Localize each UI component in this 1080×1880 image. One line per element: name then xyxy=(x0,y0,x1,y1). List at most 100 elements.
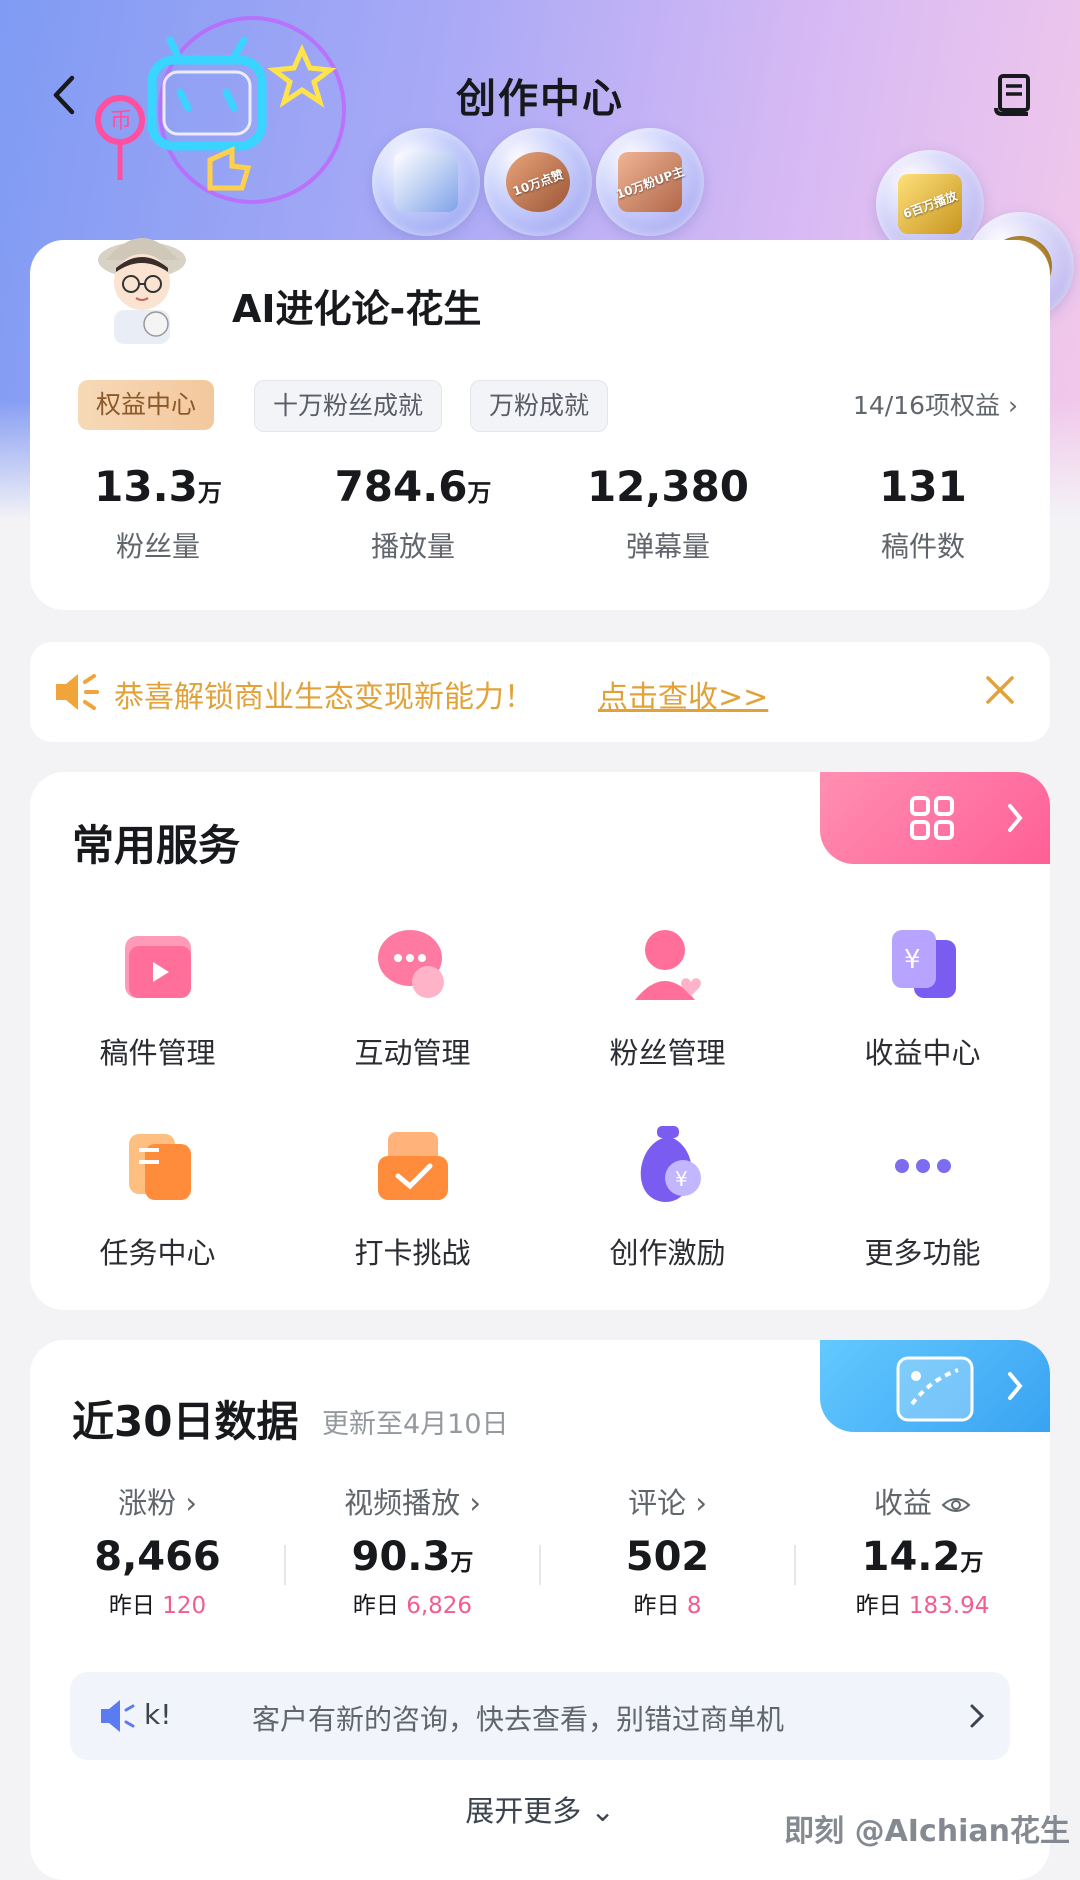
data-col-comments[interactable]: 评论 › 502 昨日 8 xyxy=(540,1480,795,1620)
service-label: 收益中心 xyxy=(864,1036,981,1070)
stat-unit: 万 xyxy=(197,479,222,507)
speaker-icon xyxy=(56,674,99,710)
chevron-right-icon: › xyxy=(469,1486,481,1520)
close-icon[interactable] xyxy=(980,670,1020,710)
data-value: 90.3 xyxy=(351,1534,451,1580)
stat-videos[interactable]: 131 稿件数 xyxy=(803,462,1043,565)
yen-card-icon: ¥ xyxy=(891,930,956,998)
data-col-follower-growth[interactable]: 涨粉 › 8,466 昨日 120 xyxy=(30,1480,285,1620)
data-col-video-plays[interactable]: 视频播放 › 90.3万 昨日 6,826 xyxy=(285,1480,540,1620)
notice-banner: 恭喜解锁商业生态变现新能力！ 点击查收>> xyxy=(30,642,1050,742)
updated-date: 更新至4月10日 xyxy=(322,1409,509,1440)
service-item[interactable]: ¥ 收益中心 xyxy=(795,922,1050,1072)
stat-label: 播放量 xyxy=(370,530,455,563)
badge-bubble[interactable]: 10万点赞 xyxy=(484,128,592,236)
message-text: 客户有新的咨询，快去查看，别错过商单机 xyxy=(252,1703,785,1736)
badge-image xyxy=(394,152,458,212)
data-value: 502 xyxy=(625,1534,710,1580)
username[interactable]: AI进化论-花生 xyxy=(232,278,481,333)
chevron-right-icon: › xyxy=(185,1486,197,1520)
neon-tv-mascot-icon: 币 xyxy=(95,16,346,204)
money-bag-icon: ¥ xyxy=(640,1126,701,1202)
service-item[interactable]: 打卡挑战 xyxy=(285,1122,540,1272)
badge-bubble[interactable]: 10万粉UP主 xyxy=(596,128,704,236)
stat-unit: 万 xyxy=(467,479,492,507)
chip-100k-achievement[interactable]: 十万粉丝成就 xyxy=(254,380,443,432)
service-item[interactable]: 更多功能 xyxy=(795,1122,1050,1272)
chip-10k-achievement[interactable]: 万粉成就 xyxy=(470,380,609,432)
document-icon[interactable] xyxy=(990,70,1038,118)
yesterday-value: 8 xyxy=(686,1593,702,1619)
speaker-icon xyxy=(101,1700,135,1732)
data-value: 8,466 xyxy=(94,1534,221,1580)
yesterday-value: 120 xyxy=(162,1593,207,1619)
svg-text:币: 币 xyxy=(110,109,132,134)
service-label: 互动管理 xyxy=(354,1036,471,1070)
svg-text:¥: ¥ xyxy=(904,945,921,975)
data-label: 评论 xyxy=(628,1486,687,1520)
services-more-button[interactable] xyxy=(820,772,1050,864)
data-card: 近30日数据 更新至4月10日 涨粉 › 8,466 昨日 120 视频播放 ›… xyxy=(30,1340,1050,1880)
data-label: 视频播放 xyxy=(344,1486,461,1520)
watermark: 即刻 @AIchian花生 xyxy=(784,1814,1070,1849)
data-unit: 万 xyxy=(960,1550,984,1576)
chevron-right-icon: › xyxy=(1008,391,1018,420)
task-clipboard-icon xyxy=(128,1134,191,1200)
yesterday-value: 6,826 xyxy=(406,1593,473,1619)
stat-value: 784.6 xyxy=(334,462,468,511)
section-title: 常用服务 xyxy=(72,821,241,870)
rights-count: 14/16项权益 xyxy=(853,391,1001,420)
eye-icon[interactable] xyxy=(932,1486,971,1520)
service-label: 粉丝管理 xyxy=(609,1036,726,1070)
service-item[interactable]: ¥ 创作激励 xyxy=(540,1122,795,1272)
data-unit: 万 xyxy=(450,1550,474,1576)
services-card: 常用服务 稿件管理 互动管理 粉丝管理 ¥ 收益中心 任务中心 打卡挑战 ¥ 创… xyxy=(30,772,1050,1310)
stat-plays[interactable]: 784.6万 播放量 xyxy=(293,462,533,565)
stat-value: 131 xyxy=(879,462,967,511)
video-manage-icon xyxy=(124,936,191,998)
rights-count-link[interactable]: 14/16项权益 › xyxy=(853,386,1018,422)
yesterday-label: 昨日 xyxy=(108,1593,155,1619)
stat-danmaku[interactable]: 12,380 弹幕量 xyxy=(548,462,788,565)
message-prefix: k! xyxy=(144,1698,172,1731)
service-label: 更多功能 xyxy=(864,1236,981,1270)
notice-text: 恭喜解锁商业生态变现新能力！ xyxy=(114,680,534,715)
badge-bubble[interactable] xyxy=(372,128,480,236)
service-item[interactable]: 稿件管理 xyxy=(30,922,285,1072)
data-value: 14.2 xyxy=(861,1534,961,1580)
consult-message-bar[interactable]: k! 客户有新的咨询，快去查看，别错过商单机 xyxy=(70,1672,1010,1760)
more-dots-icon xyxy=(894,1159,951,1173)
stat-value: 13.3 xyxy=(94,462,198,511)
stat-label: 稿件数 xyxy=(880,530,965,563)
yesterday-value: 183.94 xyxy=(908,1593,990,1619)
grid-apps-icon xyxy=(910,796,1023,840)
chevron-right-icon: › xyxy=(695,1486,707,1520)
data-label: 涨粉 xyxy=(118,1486,177,1520)
notice-link[interactable]: 点击查收>> xyxy=(598,672,768,716)
expand-label: 展开更多 xyxy=(465,1794,582,1828)
service-item[interactable]: 粉丝管理 xyxy=(540,922,795,1072)
yesterday-label: 昨日 xyxy=(352,1593,399,1619)
service-item[interactable]: 互动管理 xyxy=(285,922,540,1072)
stat-value: 12,380 xyxy=(586,462,750,511)
service-label: 打卡挑战 xyxy=(354,1236,471,1270)
data-col-earnings[interactable]: 收益 14.2万 昨日 183.94 xyxy=(795,1480,1050,1620)
chevron-down-icon: ⌄ xyxy=(590,1794,615,1828)
stat-label: 粉丝量 xyxy=(115,530,200,563)
stat-followers[interactable]: 13.3万 粉丝量 xyxy=(38,462,278,565)
yesterday-label: 昨日 xyxy=(855,1593,902,1619)
service-item[interactable]: 任务中心 xyxy=(30,1122,285,1272)
data-label: 收益 xyxy=(873,1486,932,1520)
data-more-button[interactable] xyxy=(820,1340,1050,1432)
section-title: 近30日数据 xyxy=(72,1397,299,1446)
checkin-box-icon xyxy=(377,1132,448,1200)
chip-rights-center[interactable]: 权益中心 xyxy=(78,380,215,430)
stat-label: 弹幕量 xyxy=(625,530,710,563)
avatar[interactable] xyxy=(92,226,192,344)
svg-text:¥: ¥ xyxy=(675,1167,688,1191)
service-label: 创作激励 xyxy=(609,1236,726,1270)
yesterday-label: 昨日 xyxy=(633,1593,680,1619)
service-label: 任务中心 xyxy=(99,1236,216,1270)
fan-person-icon xyxy=(634,930,701,1000)
service-label: 稿件管理 xyxy=(99,1036,216,1070)
